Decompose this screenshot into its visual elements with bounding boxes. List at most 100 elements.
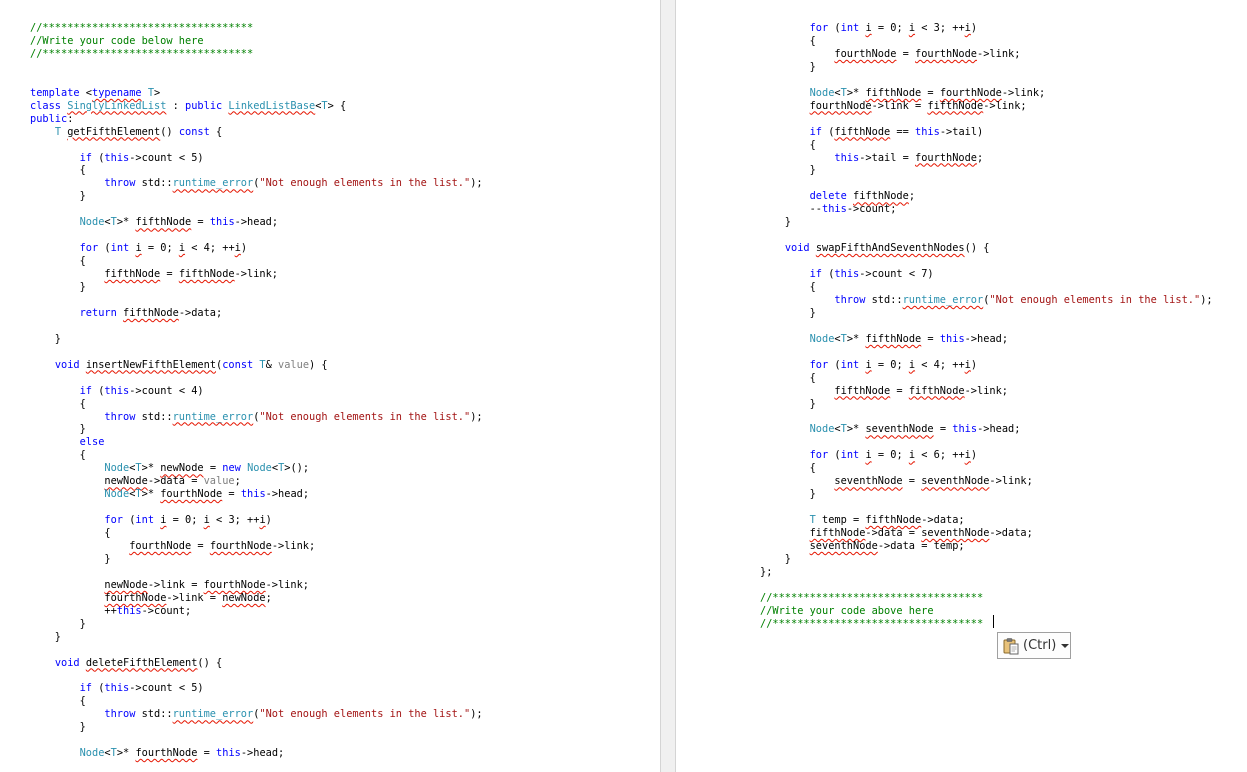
code-line[interactable]: throw std::runtime_error("Not enough ele…	[30, 411, 482, 424]
code-token: "Not enough elements in the list."	[259, 177, 471, 190]
code-line[interactable]: {	[760, 372, 816, 385]
code-line[interactable]: }	[760, 61, 816, 74]
code-line[interactable]: {	[760, 35, 816, 48]
code-line[interactable]: for (int i = 0; i < 6; ++i)	[760, 449, 977, 462]
right-editor-pane[interactable]: for (int i = 0; i < 3; ++i) { fourthNode…	[676, 0, 1247, 772]
code-line[interactable]: }	[30, 618, 86, 631]
code-line[interactable]: {	[30, 695, 86, 708]
pane-splitter[interactable]	[660, 0, 676, 772]
code-line[interactable]: newNode->data = value;	[30, 475, 240, 488]
code-line[interactable]: }	[30, 190, 86, 203]
code-line[interactable]: {	[30, 527, 111, 540]
code-line[interactable]: delete fifthNode;	[760, 190, 915, 203]
code-line[interactable]: Node<T>* newNode = new Node<T>();	[30, 462, 309, 475]
code-line[interactable]: //Write your code above here	[760, 605, 934, 618]
code-line[interactable]: for (int i = 0; i < 4; ++i)	[760, 359, 977, 372]
code-line[interactable]: Node<T>* fourthNode = this->head;	[30, 488, 309, 501]
code-token: this	[104, 151, 130, 164]
code-line[interactable]: void deleteFifthElement() {	[30, 657, 222, 670]
code-line[interactable]: }	[30, 553, 110, 566]
code-token: if	[809, 125, 823, 138]
code-line[interactable]: fifthNode = fifthNode->link;	[760, 385, 1008, 398]
code-line[interactable]: //**********************************	[760, 618, 983, 631]
code-line[interactable]: {	[30, 255, 86, 268]
code-line[interactable]: {	[30, 449, 86, 462]
code-line[interactable]: throw std::runtime_error("Not enough ele…	[30, 177, 482, 190]
code-line[interactable]: this->tail = fourthNode;	[760, 152, 983, 165]
code-line[interactable]: //**********************************	[30, 22, 253, 35]
code-line[interactable]: if (fifthNode == this->tail)	[760, 125, 984, 139]
code-line[interactable]: if (this->count < 4)	[30, 385, 204, 398]
code-line[interactable]: else	[30, 436, 105, 449]
code-token: {	[30, 255, 86, 268]
code-line[interactable]: if (this->count < 5)	[30, 152, 204, 165]
code-line[interactable]: --this->count;	[760, 203, 897, 216]
code-line[interactable]: {	[30, 398, 86, 411]
code-line[interactable]: newNode->link = fourthNode->link;	[30, 579, 309, 592]
code-line[interactable]: fourthNode->link = newNode;	[30, 591, 271, 605]
code-token: ->data;	[989, 527, 1033, 540]
code-token: if	[79, 384, 93, 397]
code-line[interactable]: throw std::runtime_error("Not enough ele…	[760, 294, 1212, 307]
code-line[interactable]: }	[760, 164, 816, 177]
code-line[interactable]: {	[760, 139, 816, 152]
code-token: =	[933, 423, 953, 436]
code-line[interactable]: seventhNode->data = temp;	[760, 540, 965, 553]
code-line[interactable]: for (int i = 0; i < 3; ++i)	[30, 514, 271, 527]
code-line[interactable]: seventhNode = seventhNode->link;	[760, 475, 1032, 488]
code-line[interactable]: //**********************************	[30, 48, 253, 61]
paste-options-button[interactable]: (Ctrl)	[997, 632, 1071, 659]
code-line[interactable]: Node<T>* fifthNode = fourthNode->link;	[760, 87, 1046, 100]
left-editor-pane[interactable]: //**********************************//Wr…	[0, 0, 660, 772]
code-token: fifthNode	[834, 384, 891, 397]
code-line[interactable]: Node<T>* fifthNode = this->head;	[760, 333, 1008, 346]
code-line[interactable]: }	[30, 333, 61, 346]
code-line[interactable]: Node<T>* fifthNode = this->head;	[30, 216, 278, 229]
code-line[interactable]: }	[760, 216, 791, 229]
code-line[interactable]: //**********************************	[760, 592, 983, 605]
code-line[interactable]: fourthNode->link = fifthNode->link;	[760, 100, 1027, 113]
code-line[interactable]: fifthNode = fifthNode->link;	[30, 268, 278, 281]
code-line[interactable]: void swapFifthAndSeventhNodes() {	[760, 242, 990, 255]
code-line[interactable]: fifthNode->data = seventhNode->data;	[760, 527, 1033, 540]
code-line[interactable]: class SinglyLinkedList : public LinkedLi…	[30, 100, 346, 113]
code-line[interactable]: }	[30, 281, 86, 294]
code-line[interactable]: fourthNode = fourthNode->link;	[760, 48, 1020, 61]
code-line[interactable]: T temp = fifthNode->data;	[760, 514, 965, 527]
code-line[interactable]: public:	[30, 113, 73, 126]
code-token: ->head;	[964, 332, 1009, 345]
code-line[interactable]: ++this->count;	[30, 605, 191, 618]
code-line[interactable]: throw std::runtime_error("Not enough ele…	[30, 708, 482, 721]
code-line[interactable]: }	[30, 631, 61, 644]
code-token: ;	[908, 190, 916, 203]
code-line[interactable]: void insertNewFifthElement(const T& valu…	[30, 359, 328, 372]
code-line[interactable]: if (this->count < 5)	[30, 682, 204, 695]
code-token: ==	[890, 125, 916, 138]
code-line[interactable]: return fifthNode->data;	[30, 307, 223, 320]
code-token: public	[185, 99, 223, 112]
code-line[interactable]: fourthNode = fourthNode->link;	[30, 540, 315, 553]
code-line[interactable]: //Write your code below here	[30, 35, 204, 48]
code-line[interactable]: for (int i = 0; i < 4; ++i)	[30, 242, 247, 255]
code-line[interactable]: }	[760, 553, 791, 566]
code-line[interactable]: {	[760, 462, 816, 475]
code-line[interactable]: {	[30, 164, 86, 177]
code-token: this	[915, 125, 940, 138]
code-line[interactable]: }	[30, 721, 86, 734]
code-line[interactable]: if (this->count < 7)	[760, 268, 934, 281]
code-line[interactable]: Node<T>* fourthNode = this->head;	[30, 747, 285, 760]
code-line[interactable]: }	[760, 307, 816, 320]
code-token: throw	[104, 177, 136, 190]
code-token: ->link =	[166, 591, 223, 604]
code-token: {	[30, 527, 111, 540]
code-line[interactable]: for (int i = 0; i < 3; ++i)	[760, 22, 977, 35]
code-line[interactable]: {	[760, 281, 816, 294]
code-line[interactable]: }	[30, 423, 86, 436]
code-line[interactable]: }	[760, 488, 816, 501]
code-line[interactable]: template <typename T>	[30, 87, 160, 100]
code-line[interactable]: Node<T>* seventhNode = this->head;	[760, 423, 1021, 436]
code-line[interactable]: }	[760, 398, 816, 411]
code-line[interactable]: T getFifthElement() const {	[30, 126, 222, 139]
code-line[interactable]: };	[760, 566, 772, 579]
